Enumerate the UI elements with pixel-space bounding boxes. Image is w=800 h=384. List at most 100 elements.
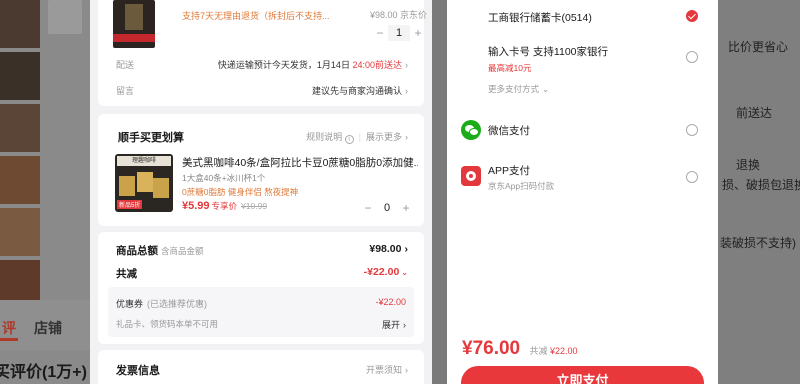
note-label: 留言 <box>116 86 135 96</box>
background-reviews-heading: 买评价(1万+) <box>0 364 87 381</box>
invoice-notice-label: 开票须知 <box>365 365 402 375</box>
chevron-right-icon: › <box>405 60 408 70</box>
coupon-label-text: 优惠券 <box>116 299 144 309</box>
payment-total: ¥76.00 共减 ¥22.00 <box>462 338 578 360</box>
addon-item-spec: 1大盒40条+冰川杯1个 <box>182 173 266 183</box>
chevron-right-icon: › <box>405 132 408 142</box>
product-card: 支持7天无理由退货（拆封后不支持... ¥98.00 京东价 − 1 + 配送 … <box>98 0 428 106</box>
radio-app[interactable] <box>686 171 698 183</box>
decrement-button[interactable]: − <box>372 25 388 41</box>
addon-image-label: 理趣咖啡 <box>117 156 171 166</box>
note-info[interactable]: 建议先与商家沟通确认 › <box>312 84 408 97</box>
background-thumbnail <box>0 156 40 204</box>
invoice-card[interactable]: 发票信息 开票须知 › <box>98 350 424 384</box>
discount-value[interactable]: -¥22.00 ⌄ <box>364 266 408 278</box>
increment-button[interactable]: + <box>410 25 426 41</box>
show-more-link[interactable]: 展示更多 › <box>366 132 408 142</box>
addon-image-badge: 新品5折 <box>117 200 143 209</box>
chevron-down-icon: ⌄ <box>401 268 408 277</box>
payment-method-new-card[interactable]: 输入卡号 支持1100家银行 <box>488 44 608 59</box>
pay-now-button[interactable]: 立即支付 <box>461 366 704 384</box>
addon-item-title[interactable]: 美式黑咖啡40条/盒阿拉比卡豆0蔗糖0脂肪0添加健... <box>182 155 418 170</box>
radio-new-card[interactable] <box>686 51 698 63</box>
more-payment-label: 更多支付方式 <box>488 84 540 94</box>
addon-price: ¥5.99 专享价 ¥10.99 <box>182 200 267 212</box>
increment-button[interactable]: + <box>398 200 414 216</box>
chevron-down-icon: ⌄ <box>542 84 550 94</box>
return-policy-note: 支持7天无理由退货（拆封后不支持... <box>182 11 330 21</box>
addon-product-image[interactable]: 理趣咖啡 新品5折 <box>115 154 173 212</box>
addon-image-pack <box>153 178 169 198</box>
background-text: 装破损不支持) <box>720 236 796 250</box>
background-tab-underline <box>0 338 18 341</box>
addon-original-price: ¥10.99 <box>241 201 268 211</box>
saved-label: 共减 <box>529 346 548 356</box>
background-text: 退换 <box>736 158 761 172</box>
background-page-left: 评 店铺 买评价(1万+) <box>0 0 90 384</box>
shipping-text: 快递运输预计今天发货，1月14日 <box>217 60 350 70</box>
more-payment-methods[interactable]: 更多支付方式 ⌄ <box>488 83 549 95</box>
goods-total-value[interactable]: ¥98.00 › <box>369 243 408 255</box>
addon-item-tags: 0蔗糖0脂肪 健身伴侣 熬夜提神 <box>182 187 299 197</box>
goods-total-amount: ¥98.00 <box>369 243 402 255</box>
gift-card-note: 礼品卡、领货码本单不可用 <box>116 319 219 329</box>
decrement-button[interactable]: − <box>360 200 376 216</box>
addon-card: 顺手买更划算 规则说明 i | 展示更多 › 理趣咖啡 新品5折 美式黑咖啡40条/盒… <box>98 114 424 226</box>
app-pay-icon <box>461 166 481 186</box>
info-icon: i <box>344 135 354 144</box>
discount-label: 共减 <box>116 268 137 280</box>
wechat-pay-icon <box>461 120 481 140</box>
addon-price-tag: 专享价 <box>211 201 238 211</box>
saved-value: ¥22.00 <box>550 346 578 356</box>
radio-wechat[interactable] <box>686 124 698 136</box>
expand-button[interactable]: 展开 › <box>382 318 406 331</box>
background-thumbnail <box>0 104 40 152</box>
goods-total-text: 商品总额 <box>116 245 158 257</box>
radio-bank-card[interactable] <box>686 10 698 22</box>
unit-price: ¥98.00 京东价 <box>370 10 428 20</box>
background-tab-shop: 店铺 <box>34 320 62 336</box>
note-text: 建议先与商家沟通确认 <box>311 86 402 96</box>
coupon-hint: (已选推荐优惠) <box>147 299 208 309</box>
background-shop-logo <box>48 0 82 34</box>
quantity-value[interactable]: 1 <box>388 25 410 41</box>
total-amount: ¥76.00 <box>462 338 521 359</box>
invoice-title: 发票信息 <box>116 365 160 377</box>
background-tab-reviews: 评 <box>2 320 16 336</box>
quantity-stepper: − 1 + <box>372 25 426 41</box>
payment-method-bank-card[interactable]: 工商银行储蓄卡(0514) <box>488 10 592 25</box>
background-thumbnail <box>0 0 40 48</box>
background-thumbnail <box>0 52 40 100</box>
chevron-right-icon: › <box>404 243 409 255</box>
show-more-label: 展示更多 <box>365 132 402 142</box>
expand-label: 展开 <box>381 320 400 330</box>
coupon-box: 优惠券 (已选推荐优惠) -¥22.00 礼品卡、领货码本单不可用 展开 › <box>108 287 414 337</box>
chevron-right-icon: › <box>405 365 408 375</box>
background-text: 前送达 <box>736 106 773 120</box>
shipping-info[interactable]: 快递运输预计今天发货，1月14日 24:00前送达 › <box>218 58 408 71</box>
chevron-right-icon: › <box>403 320 406 330</box>
discount-amount: -¥22.00 <box>363 266 400 278</box>
coupon-label: 优惠券 (已选推荐优惠) <box>116 297 207 310</box>
goods-total-hint: 含商品金额 <box>161 246 204 256</box>
chevron-right-icon: › <box>405 86 408 96</box>
addon-quantity-value[interactable]: 0 <box>376 200 398 216</box>
product-image-banner <box>113 34 155 42</box>
goods-total-label: 商品总额 含商品金额 <box>116 243 204 258</box>
payment-method-wechat[interactable]: 微信支付 <box>488 123 530 138</box>
product-image[interactable] <box>113 0 155 48</box>
app-pay-subtitle: 京东App扫码付款 <box>488 181 555 191</box>
new-card-discount: 最高减10元 <box>488 63 532 73</box>
invoice-notice-link[interactable]: 开票须知 › <box>366 363 408 376</box>
addon-image-pack <box>137 172 153 192</box>
addon-image-pack <box>119 176 135 196</box>
addon-quantity-stepper: − 0 + <box>360 200 414 216</box>
rules-link-label: 规则说明 <box>306 132 343 142</box>
payment-method-app[interactable]: APP支付 <box>488 163 530 178</box>
addon-title: 顺手买更划算 <box>118 132 184 144</box>
addon-price-value: ¥5.99 <box>182 200 210 212</box>
product-image-box <box>125 4 143 30</box>
shipping-deadline: 24:00前送达 <box>352 60 402 70</box>
coupon-value[interactable]: -¥22.00 <box>375 297 406 307</box>
rules-link[interactable]: 规则说明 i <box>306 132 354 144</box>
